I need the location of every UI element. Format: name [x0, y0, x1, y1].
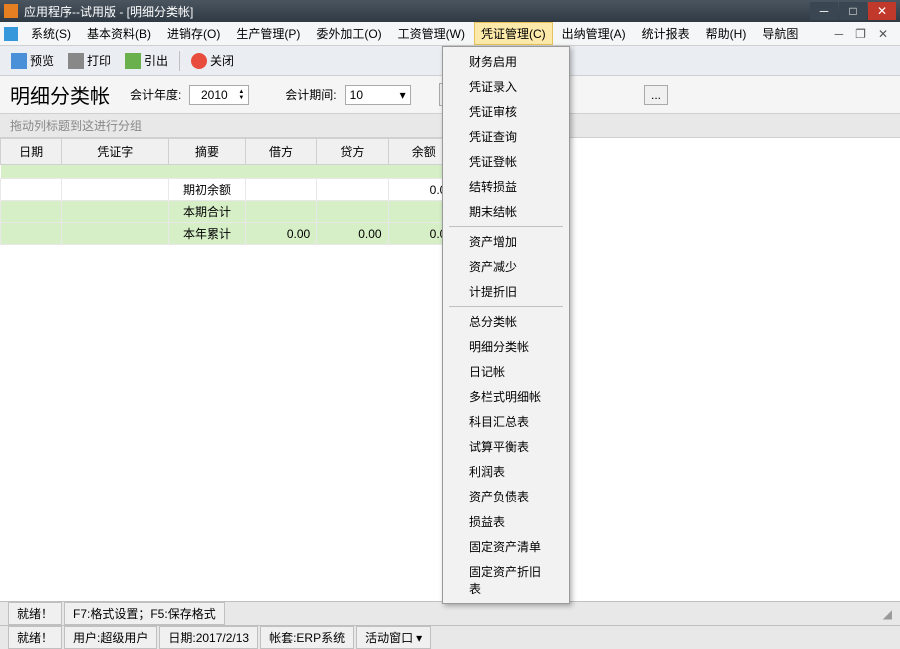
minimize-button[interactable]: ─	[810, 2, 838, 20]
dd-journal[interactable]: 日记帐	[445, 359, 567, 384]
dd-multi-column[interactable]: 多栏式明细帐	[445, 384, 567, 409]
status-ready: 就绪！	[8, 602, 62, 625]
chevron-down-icon: ▾	[400, 88, 406, 102]
table-row[interactable]: 本年累计 0.00 0.00 0.00	[1, 223, 460, 245]
dd-separator	[449, 226, 563, 227]
voucher-menu-dropdown: 财务启用 凭证录入 凭证审核 凭证查询 凭证登帐 结转损益 期末结帐 资产增加 …	[442, 46, 570, 604]
dd-asset-add[interactable]: 资产增加	[445, 229, 567, 254]
status-active-window[interactable]: 活动窗口 ▾	[356, 626, 431, 649]
spacer-row	[1, 165, 460, 179]
table-row[interactable]: 期初余额 0.00	[1, 179, 460, 201]
close-button[interactable]: 关闭	[186, 49, 239, 72]
dd-asset-depr-list[interactable]: 固定资产折旧表	[445, 559, 567, 601]
dd-account-summary[interactable]: 科目汇总表	[445, 409, 567, 434]
menu-salary[interactable]: 工资管理(W)	[391, 22, 472, 45]
menu-voucher[interactable]: 凭证管理(C)	[474, 22, 553, 45]
dd-balance-sheet[interactable]: 资产负债表	[445, 484, 567, 509]
column-debit[interactable]: 借方	[245, 139, 316, 165]
page-title: 明细分类帐	[10, 80, 110, 109]
mdi-minimize-button[interactable]: ─	[835, 27, 844, 41]
column-date[interactable]: 日期	[1, 139, 62, 165]
dd-voucher-query[interactable]: 凭证查询	[445, 124, 567, 149]
print-icon	[68, 53, 84, 69]
window-controls: ─ □ ✕	[810, 2, 896, 20]
preview-icon	[11, 53, 27, 69]
dd-detail-ledger[interactable]: 明细分类帐	[445, 334, 567, 359]
status-hint: F7:格式设置；F5:保存格式	[64, 602, 225, 625]
statusbar-lower: 就绪！ 用户:超级用户 日期:2017/2/13 帐套:ERP系统 活动窗口 ▾	[0, 625, 900, 649]
column-credit[interactable]: 贷方	[317, 139, 388, 165]
preview-button[interactable]: 预览	[6, 49, 59, 72]
dd-voucher-entry[interactable]: 凭证录入	[445, 74, 567, 99]
dd-income-statement[interactable]: 利润表	[445, 459, 567, 484]
column-voucher[interactable]: 凭证字	[62, 139, 169, 165]
spinner-icon: ▲▼	[238, 89, 244, 101]
app-icon	[4, 4, 18, 18]
table-row[interactable]: 本期合计	[1, 201, 460, 223]
dd-period-close[interactable]: 期末结帐	[445, 199, 567, 224]
dd-trial-balance[interactable]: 试算平衡表	[445, 434, 567, 459]
menu-cashier[interactable]: 出纳管理(A)	[555, 22, 633, 45]
year-label: 会计年度:	[130, 86, 181, 103]
period-select[interactable]: 10 ▾	[345, 85, 411, 105]
menu-nav[interactable]: 导航图	[755, 22, 805, 45]
window-title: 应用程序--试用版 - [明细分类帐]	[24, 3, 810, 20]
mdi-controls: ─ ❐ ✕	[835, 27, 896, 41]
menu-basic-data[interactable]: 基本资料(B)	[80, 22, 158, 45]
statusbar-upper: 就绪！ F7:格式设置；F5:保存格式 ◢	[0, 601, 900, 625]
resize-grip-icon: ◢	[883, 607, 892, 621]
dd-finance-enable[interactable]: 财务启用	[445, 49, 567, 74]
separator	[179, 51, 180, 71]
menu-reports[interactable]: 统计报表	[635, 22, 697, 45]
export-icon	[125, 53, 141, 69]
dd-asset-reduce[interactable]: 资产减少	[445, 254, 567, 279]
mdi-close-button[interactable]: ✕	[878, 27, 888, 41]
status-ready2: 就绪！	[8, 626, 62, 649]
menu-production[interactable]: 生产管理(P)	[229, 22, 307, 45]
dd-asset-list[interactable]: 固定资产清单	[445, 534, 567, 559]
dd-depreciation[interactable]: 计提折旧	[445, 279, 567, 304]
period-label: 会计期间:	[285, 86, 336, 103]
dd-voucher-post[interactable]: 凭证登帐	[445, 149, 567, 174]
menu-outsource[interactable]: 委外加工(O)	[309, 22, 388, 45]
status-date: 日期:2017/2/13	[159, 626, 258, 649]
menubar: 系统(S) 基本资料(B) 进销存(O) 生产管理(P) 委外加工(O) 工资管…	[0, 22, 900, 46]
dd-carryover-pl[interactable]: 结转损益	[445, 174, 567, 199]
grid-header-row: 日期 凭证字 摘要 借方 贷方 余额	[1, 139, 460, 165]
chevron-down-icon: ▾	[416, 631, 422, 645]
dd-general-ledger[interactable]: 总分类帐	[445, 309, 567, 334]
titlebar: 应用程序--试用版 - [明细分类帐] ─ □ ✕	[0, 0, 900, 22]
column-summary[interactable]: 摘要	[169, 139, 246, 165]
dd-separator	[449, 306, 563, 307]
dd-pl-statement[interactable]: 损益表	[445, 509, 567, 534]
status-book: 帐套:ERP系统	[260, 626, 354, 649]
close-window-button[interactable]: ✕	[868, 2, 896, 20]
status-user: 用户:超级用户	[64, 626, 157, 649]
year-spinner[interactable]: 2010 ▲▼	[189, 85, 249, 105]
app-menu-icon	[4, 27, 18, 41]
close-icon	[191, 53, 207, 69]
dd-voucher-audit[interactable]: 凭证审核	[445, 99, 567, 124]
export-button[interactable]: 引出	[120, 49, 173, 72]
maximize-button[interactable]: □	[839, 2, 867, 20]
menu-inventory[interactable]: 进销存(O)	[160, 22, 227, 45]
menu-help[interactable]: 帮助(H)	[699, 22, 754, 45]
print-button[interactable]: 打印	[63, 49, 116, 72]
menu-system[interactable]: 系统(S)	[24, 22, 78, 45]
more-button[interactable]: ...	[644, 85, 668, 105]
mdi-restore-button[interactable]: ❐	[855, 27, 866, 41]
